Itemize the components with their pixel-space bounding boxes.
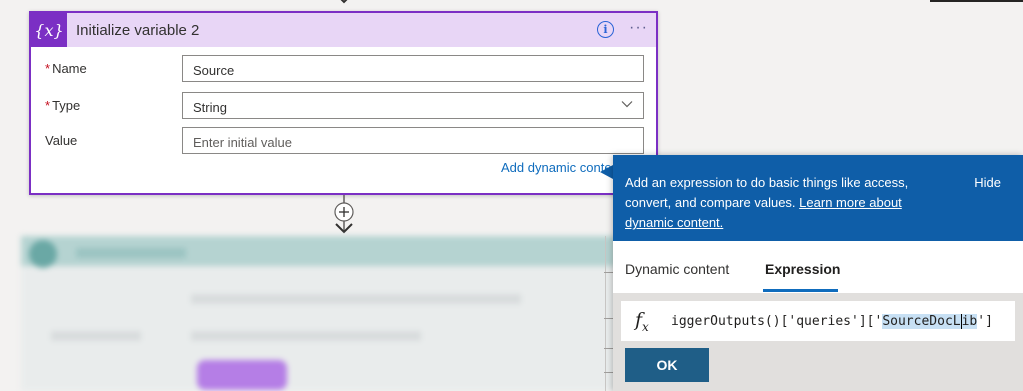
down-arrow-connector-icon: [340, 0, 348, 4]
type-label: * Type: [45, 98, 81, 113]
value-label: Value: [45, 133, 78, 148]
active-tab-indicator: [763, 289, 838, 292]
initialize-variable-card[interactable]: {x} Initialize variable 2 i ··· * Name So…: [29, 11, 658, 195]
popup-tabs: Dynamic content Expression: [613, 241, 1023, 293]
top-right-edge: [930, 0, 1023, 2]
more-options-icon[interactable]: ···: [629, 19, 648, 37]
tab-expression[interactable]: Expression: [765, 261, 840, 277]
popup-pointer: [600, 165, 613, 179]
tab-dynamic-content[interactable]: Dynamic content: [625, 261, 729, 277]
type-dropdown[interactable]: String: [182, 92, 644, 119]
expression-area: fx iggerOutputs()['queries']['SourceDocL…: [613, 293, 1023, 391]
type-row: * Type String: [31, 92, 656, 122]
expression-text[interactable]: iggerOutputs()['queries']['SourceDocLib'…: [671, 314, 1011, 329]
chevron-down-icon: [621, 101, 633, 108]
value-input[interactable]: Enter initial value: [182, 127, 644, 154]
type-value: String: [193, 100, 227, 115]
expression-popup: Add an expression to do basic things lik…: [613, 155, 1023, 391]
hide-button[interactable]: Hide: [974, 173, 1001, 193]
fx-icon: fx: [635, 309, 649, 334]
variable-icon: {x}: [31, 13, 67, 47]
popup-header: Add an expression to do basic things lik…: [613, 155, 1023, 241]
name-row: * Name Source: [31, 55, 656, 85]
add-step-connector[interactable]: [331, 195, 357, 240]
expression-input[interactable]: fx iggerOutputs()['queries']['SourceDocL…: [621, 301, 1015, 341]
add-dynamic-content-link[interactable]: Add dynamic conte: [501, 160, 612, 175]
card-header[interactable]: {x} Initialize variable 2 i ···: [31, 13, 656, 47]
card-title[interactable]: Initialize variable 2: [76, 22, 199, 39]
blurred-next-action-card: [21, 236, 616, 391]
info-icon[interactable]: i: [597, 21, 614, 38]
name-label: * Name: [45, 61, 87, 76]
name-field[interactable]: Source: [182, 55, 644, 82]
panel-divider: [605, 236, 606, 391]
ok-button[interactable]: OK: [625, 348, 709, 382]
popup-description: Add an expression to do basic things lik…: [625, 175, 909, 230]
value-row: Value Enter initial value: [31, 127, 656, 157]
